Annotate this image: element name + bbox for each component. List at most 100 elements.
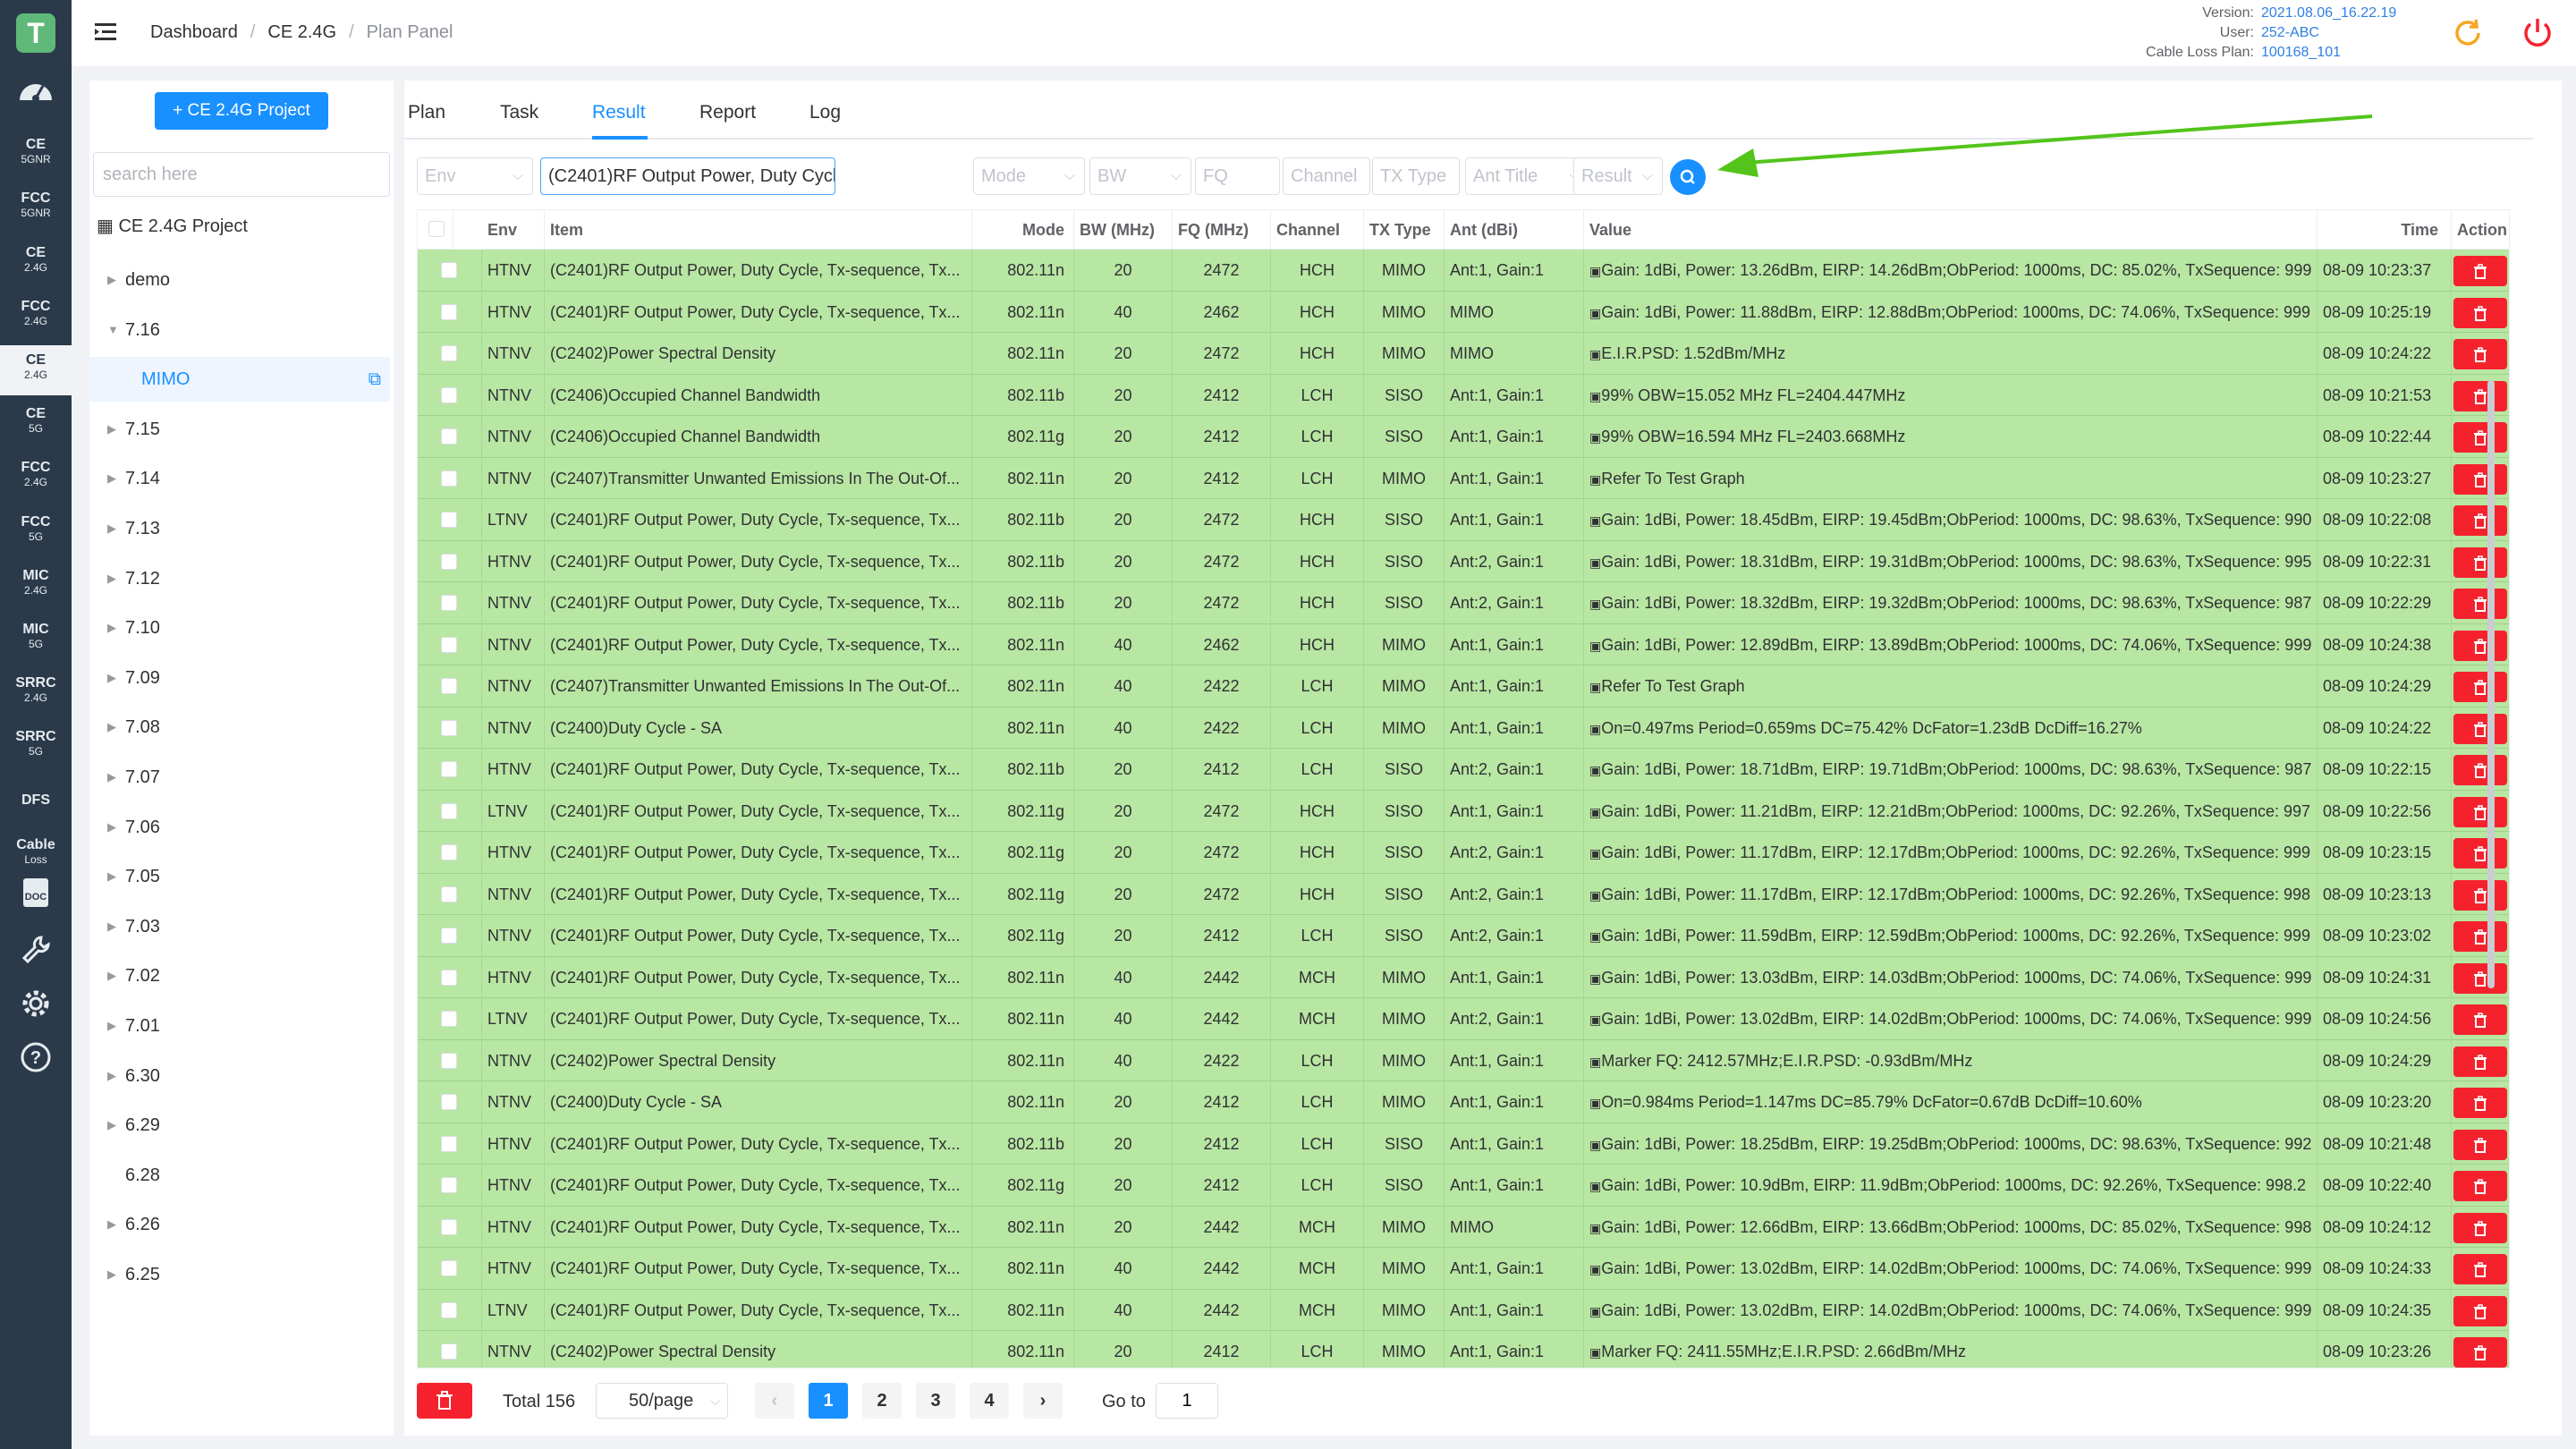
tree-item[interactable]: 6.28 <box>89 1153 390 1198</box>
tree-item[interactable]: ▶ 7.03 <box>89 904 390 949</box>
image-icon[interactable]: ▣ <box>1589 805 1601 819</box>
delete-row-button[interactable] <box>2453 838 2507 869</box>
tab-result[interactable]: Result <box>592 102 646 123</box>
row-checkbox[interactable] <box>441 553 457 570</box>
image-icon[interactable]: ▣ <box>1589 1262 1601 1276</box>
refresh-icon[interactable] <box>2449 14 2487 52</box>
ant-title-filter[interactable]: Ant Title⌵ <box>1465 157 1590 195</box>
row-checkbox[interactable] <box>441 1343 457 1360</box>
rail-item[interactable]: CE 2.4G <box>0 238 72 288</box>
delete-row-button[interactable] <box>2453 505 2507 536</box>
delete-row-button[interactable] <box>2453 1254 2507 1284</box>
image-icon[interactable]: ▣ <box>1589 1055 1601 1069</box>
image-icon[interactable]: ▣ <box>1589 513 1601 528</box>
app-logo[interactable]: T <box>16 13 55 53</box>
table-row[interactable]: NTNV (C2400)Duty Cycle - SA 802.11n 20 2412 L… <box>418 1081 2509 1123</box>
delete-row-button[interactable] <box>2453 1046 2507 1077</box>
dashboard-icon[interactable] <box>0 73 72 120</box>
tx-type-filter[interactable]: TX Type <box>1372 157 1460 195</box>
row-checkbox[interactable] <box>441 1094 457 1110</box>
row-checkbox[interactable] <box>441 303 457 320</box>
table-row[interactable]: HTNV (C2401)RF Output Power, Duty Cycle, … <box>418 291 2509 333</box>
caret-right-icon[interactable]: ▶ <box>107 1202 116 1247</box>
page-3-button[interactable]: 3 <box>916 1383 955 1419</box>
image-icon[interactable]: ▣ <box>1589 264 1601 278</box>
col-mode[interactable]: Mode <box>972 210 1074 250</box>
table-row[interactable]: NTNV (C2407)Transmitter Unwanted Emission… <box>418 457 2509 499</box>
caret-right-icon[interactable]: ▶ <box>107 506 116 551</box>
row-checkbox[interactable] <box>441 802 457 819</box>
caret-right-icon[interactable]: ▶ <box>107 755 116 800</box>
delete-row-button[interactable] <box>2453 796 2507 827</box>
table-row[interactable]: HTNV (C2401)RF Output Power, Duty Cycle, … <box>418 1248 2509 1290</box>
doc-icon[interactable]: DOC <box>0 875 72 919</box>
rail-item[interactable]: FCC 2.4G <box>0 453 72 503</box>
delete-row-button[interactable] <box>2453 463 2507 495</box>
image-icon[interactable]: ▣ <box>1589 1096 1601 1110</box>
rail-item[interactable]: CE 5G <box>0 399 72 449</box>
tree-search-input[interactable] <box>93 152 390 197</box>
delete-row-button[interactable] <box>2453 755 2507 785</box>
tree-item[interactable]: ▶ 7.02 <box>89 953 390 998</box>
prev-page-button[interactable]: ‹ <box>755 1383 794 1419</box>
table-row[interactable]: NTNV (C2402)Power Spectral Density 802.11n… <box>418 333 2509 375</box>
table-row[interactable]: NTNV (C2406)Occupied Channel Bandwidth 802… <box>418 416 2509 458</box>
image-icon[interactable]: ▣ <box>1589 680 1601 694</box>
select-all-checkbox[interactable] <box>428 221 445 237</box>
row-checkbox[interactable] <box>441 1218 457 1235</box>
delete-row-button[interactable] <box>2453 256 2507 286</box>
row-checkbox[interactable] <box>441 1052 457 1069</box>
copy-icon[interactable]: ⧉ <box>369 357 381 402</box>
tree-item[interactable]: ▶ 7.07 <box>89 755 390 800</box>
goto-page-input[interactable] <box>1156 1383 1218 1419</box>
rail-item[interactable]: CE 5GNR <box>0 130 72 180</box>
table-row[interactable]: LTNV (C2401)RF Output Power, Duty Cycle, … <box>418 998 2509 1040</box>
tab-report[interactable]: Report <box>699 102 756 123</box>
col-value[interactable]: Value <box>1584 210 2318 250</box>
delete-row-button[interactable] <box>2453 1337 2507 1368</box>
delete-row-button[interactable] <box>2453 962 2507 994</box>
caret-down-icon[interactable]: ▼ <box>107 308 119 352</box>
tree-root[interactable]: ▦ CE 2.4G Project <box>97 215 248 237</box>
tree-item[interactable]: ▼ 7.16 <box>89 308 390 352</box>
row-checkbox[interactable] <box>441 678 457 694</box>
row-checkbox[interactable] <box>441 969 457 986</box>
tab-task[interactable]: Task <box>500 102 538 123</box>
caret-right-icon[interactable]: ▶ <box>107 705 116 750</box>
caret-right-icon[interactable]: ▶ <box>107 1004 116 1048</box>
rail-item[interactable]: SRRC 5G <box>0 722 72 772</box>
col-time[interactable]: Time <box>2318 210 2452 250</box>
row-checkbox[interactable] <box>441 1177 457 1193</box>
col-item[interactable]: Item <box>545 210 972 250</box>
tree-item[interactable]: ▶ 7.05 <box>89 854 390 899</box>
delete-row-button[interactable] <box>2453 879 2507 911</box>
rail-item[interactable]: SRRC 2.4G <box>0 668 72 718</box>
table-row[interactable]: NTNV (C2402)Power Spectral Density 802.11n… <box>418 1039 2509 1081</box>
menu-toggle-icon[interactable] <box>93 20 118 45</box>
power-icon[interactable] <box>2519 14 2556 52</box>
help-icon[interactable]: ? <box>0 1039 72 1084</box>
rail-item[interactable]: MIC 5G <box>0 614 72 665</box>
caret-right-icon[interactable]: ▶ <box>107 1252 116 1297</box>
image-icon[interactable]: ▣ <box>1589 347 1601 361</box>
image-icon[interactable]: ▣ <box>1589 472 1601 487</box>
row-checkbox[interactable] <box>441 928 457 944</box>
delete-row-button[interactable] <box>2453 1212 2507 1243</box>
page-2-button[interactable]: 2 <box>862 1383 902 1419</box>
tree-item[interactable]: ▶ 7.09 <box>89 656 390 700</box>
image-icon[interactable]: ▣ <box>1589 306 1601 320</box>
table-row[interactable]: NTNV (C2401)RF Output Power, Duty Cycle, … <box>418 582 2509 624</box>
rail-item[interactable]: FCC 2.4G <box>0 292 72 342</box>
table-scrollbar[interactable] <box>2487 380 2495 988</box>
delete-row-button[interactable] <box>2453 589 2507 619</box>
tree-item[interactable]: ▶ 6.25 <box>89 1252 390 1297</box>
rail-item[interactable]: CE 2.4G <box>0 345 72 395</box>
caret-right-icon[interactable]: ▶ <box>107 805 116 850</box>
rail-item[interactable]: Cable Loss <box>0 830 72 880</box>
result-filter[interactable]: Result ⌵ <box>1573 157 1663 195</box>
page-1-button[interactable]: 1 <box>809 1383 848 1419</box>
delete-row-button[interactable] <box>2453 1088 2507 1118</box>
table-row[interactable]: NTNV (C2400)Duty Cycle - SA 802.11n 40 2422 L… <box>418 707 2509 749</box>
delete-row-button[interactable] <box>2453 713 2507 744</box>
caret-right-icon[interactable]: ▶ <box>107 606 116 650</box>
